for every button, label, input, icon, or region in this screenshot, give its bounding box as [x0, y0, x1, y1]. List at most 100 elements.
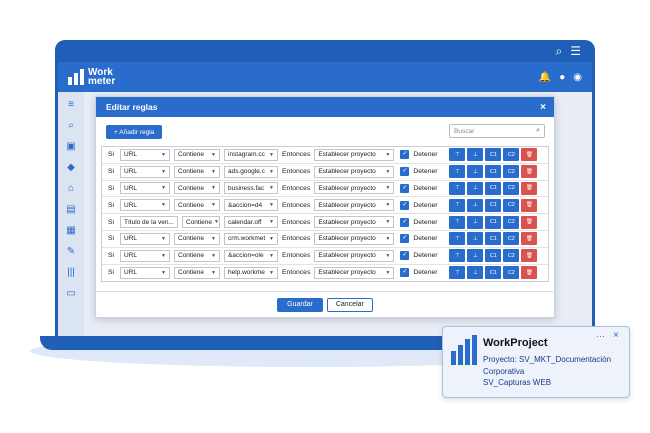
copy2-button[interactable]: C2: [503, 148, 520, 162]
value-input[interactable]: instagram.cc ▼: [224, 148, 278, 161]
copy1-button[interactable]: C1: [485, 215, 502, 229]
search-icon[interactable]: ⌕: [556, 44, 563, 59]
operator-select[interactable]: Contiene ▼: [174, 165, 220, 178]
save-button[interactable]: Guardar: [277, 297, 323, 312]
move-bottom-button[interactable]: ⊥: [467, 215, 484, 229]
delete-button[interactable]: 🗑: [521, 181, 538, 195]
move-top-button[interactable]: ⊤: [449, 266, 466, 280]
value-input[interactable]: &accion=d4 ▼: [224, 199, 278, 212]
bars-icon[interactable]: |||: [58, 262, 84, 283]
operator-select[interactable]: Contiene ▼: [174, 249, 220, 262]
stop-checkbox[interactable]: ✓: [400, 251, 410, 261]
message-icon[interactable]: ▭: [58, 283, 84, 304]
action-select[interactable]: Establecer proyecto ▼: [314, 266, 395, 279]
menu-icon[interactable]: ☰: [570, 44, 581, 58]
stop-checkbox[interactable]: ✓: [400, 183, 410, 193]
move-bottom-button[interactable]: ⊥: [467, 148, 484, 162]
move-bottom-button[interactable]: ⊥: [467, 266, 484, 280]
copy2-button[interactable]: C2: [503, 165, 520, 179]
stop-checkbox[interactable]: ✓: [400, 268, 410, 278]
action-select[interactable]: Establecer proyecto ▼: [314, 199, 395, 212]
move-bottom-button[interactable]: ⊥: [467, 232, 484, 246]
move-top-button[interactable]: ⊤: [449, 232, 466, 246]
field-select[interactable]: URL ▼: [120, 182, 170, 195]
operator-select[interactable]: Contiene ▼: [174, 199, 220, 212]
move-top-button[interactable]: ⊤: [449, 165, 466, 179]
field-select[interactable]: URL ▼: [120, 232, 170, 245]
move-top-button[interactable]: ⊤: [449, 181, 466, 195]
operator-select[interactable]: Contiene ▼: [174, 232, 220, 245]
delete-button[interactable]: 🗑: [521, 198, 538, 212]
stop-checkbox[interactable]: ✓: [400, 167, 410, 177]
operator-select[interactable]: Contiene ▼: [182, 216, 220, 229]
copy1-button[interactable]: C1: [485, 181, 502, 195]
operator-select[interactable]: Contiene ▼: [174, 266, 220, 279]
value-input[interactable]: crm.workmet ▼: [224, 232, 278, 245]
value-input[interactable]: &accion=ole ▼: [224, 249, 278, 262]
add-rule-button[interactable]: + Añadir regla: [106, 125, 163, 139]
copy1-button[interactable]: C1: [485, 198, 502, 212]
calendar-icon[interactable]: ▤: [58, 199, 84, 220]
cancel-button[interactable]: Cancelar: [326, 297, 373, 312]
delete-button[interactable]: 🗑: [521, 266, 538, 280]
bell-icon[interactable]: 🔔: [539, 72, 551, 83]
copy2-button[interactable]: C2: [503, 249, 520, 263]
stop-checkbox[interactable]: ✓: [400, 217, 410, 227]
settings-icon[interactable]: ●: [559, 72, 565, 83]
move-bottom-button[interactable]: ⊥: [467, 198, 484, 212]
delete-button[interactable]: 🗑: [521, 215, 538, 229]
action-select[interactable]: Establecer proyecto ▼: [314, 182, 395, 195]
more-icon[interactable]: ···: [596, 331, 605, 341]
chart-icon[interactable]: ▣: [58, 136, 84, 157]
edit-icon[interactable]: ✎: [58, 241, 84, 262]
search-icon[interactable]: ⌕: [536, 127, 540, 135]
copy1-button[interactable]: C1: [485, 232, 502, 246]
field-select[interactable]: URL ▼: [120, 266, 170, 279]
action-select[interactable]: Establecer proyecto ▼: [314, 216, 395, 229]
menu-icon[interactable]: ≡: [58, 94, 84, 115]
field-select[interactable]: URL ▼: [120, 249, 170, 262]
operator-select[interactable]: Contiene ▼: [174, 148, 220, 161]
help-icon[interactable]: ◉: [573, 72, 582, 83]
value-input[interactable]: ads.google.c ▼: [224, 165, 278, 178]
move-bottom-button[interactable]: ⊥: [467, 249, 484, 263]
close-icon[interactable]: ×: [613, 330, 619, 341]
move-top-button[interactable]: ⊤: [449, 198, 466, 212]
value-input[interactable]: business.fac ▼: [224, 182, 278, 195]
copy2-button[interactable]: C2: [503, 215, 520, 229]
search-input[interactable]: Buscar ⌕: [449, 124, 545, 138]
home-icon[interactable]: ⌂: [58, 178, 84, 199]
move-top-button[interactable]: ⊤: [449, 215, 466, 229]
copy2-button[interactable]: C2: [503, 266, 520, 280]
copy2-button[interactable]: C2: [503, 198, 520, 212]
move-top-button[interactable]: ⊤: [449, 148, 466, 162]
action-select[interactable]: Establecer proyecto ▼: [314, 232, 395, 245]
move-top-button[interactable]: ⊤: [449, 249, 466, 263]
copy2-button[interactable]: C2: [503, 181, 520, 195]
action-select[interactable]: Establecer proyecto ▼: [314, 249, 395, 262]
action-select[interactable]: Establecer proyecto ▼: [314, 165, 395, 178]
tag-icon[interactable]: ◆: [58, 157, 84, 178]
delete-button[interactable]: 🗑: [521, 249, 538, 263]
move-bottom-button[interactable]: ⊥: [467, 165, 484, 179]
field-select[interactable]: URL ▼: [120, 165, 170, 178]
delete-button[interactable]: 🗑: [521, 165, 538, 179]
move-bottom-button[interactable]: ⊥: [467, 181, 484, 195]
copy1-button[interactable]: C1: [485, 266, 502, 280]
close-icon[interactable]: ×: [540, 102, 546, 113]
action-select[interactable]: Establecer proyecto ▼: [314, 148, 395, 161]
value-input[interactable]: help.workme ▼: [224, 266, 278, 279]
delete-button[interactable]: 🗑: [521, 148, 538, 162]
delete-button[interactable]: 🗑: [521, 232, 538, 246]
operator-select[interactable]: Contiene ▼: [174, 182, 220, 195]
document-icon[interactable]: ▦: [58, 220, 84, 241]
field-select[interactable]: URL ▼: [120, 199, 170, 212]
copy1-button[interactable]: C1: [485, 148, 502, 162]
stop-checkbox[interactable]: ✓: [400, 200, 410, 210]
copy1-button[interactable]: C1: [485, 165, 502, 179]
field-select[interactable]: Título de la ven...▼: [120, 216, 178, 229]
copy1-button[interactable]: C1: [485, 249, 502, 263]
search-icon[interactable]: ⌕: [58, 115, 84, 136]
field-select[interactable]: URL ▼: [120, 148, 170, 161]
stop-checkbox[interactable]: ✓: [400, 150, 410, 160]
